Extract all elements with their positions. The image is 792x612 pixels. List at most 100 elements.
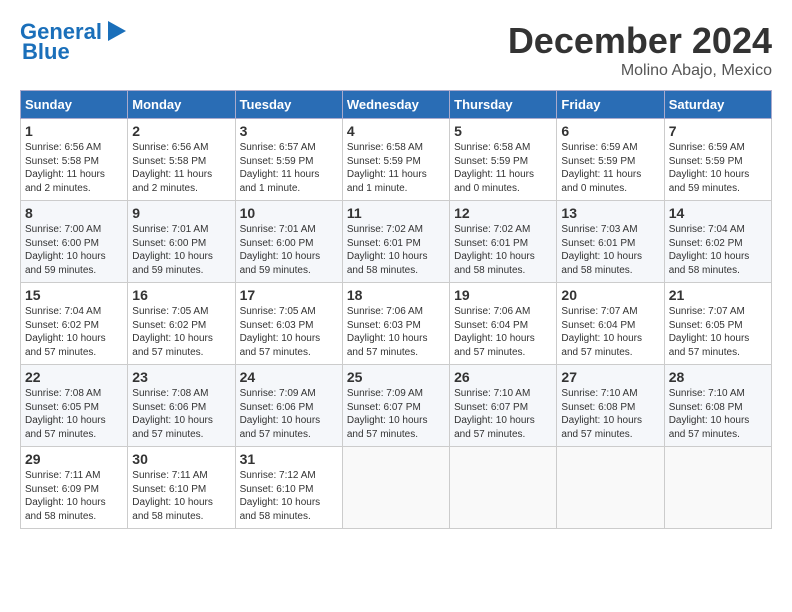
day-number: 16 [132,287,230,303]
calendar-cell: 18Sunrise: 7:06 AMSunset: 6:03 PMDayligh… [342,283,449,365]
day-info: Sunrise: 6:59 AMSunset: 5:59 PMDaylight:… [561,141,659,195]
calendar-cell: 4 Sunrise: 6:58 AMSunset: 5:59 PMDaylight… [342,119,449,201]
calendar-week-row: 15 Sunrise: 7:04 AMSunset: 6:02 PMDayligh… [21,283,772,365]
day-info: Sunrise: 7:02 AMSunset: 6:01 PMDaylight:… [347,223,445,277]
calendar-cell: 14Sunrise: 7:04 AMSunset: 6:02 PMDayligh… [664,201,771,283]
calendar-cell: 26 Sunrise: 7:10 AMSunset: 6:07 PMDayligh… [450,365,557,447]
day-number: 25 [347,369,445,385]
day-header-wednesday: Wednesday [342,91,449,119]
calendar-week-row: 22 Sunrise: 7:08 AMSunset: 6:05 PMDayligh… [21,365,772,447]
calendar-cell: 15 Sunrise: 7:04 AMSunset: 6:02 PMDayligh… [21,283,128,365]
calendar-cell: 6 Sunrise: 6:59 AMSunset: 5:59 PMDaylight… [557,119,664,201]
calendar-cell: 1 Sunrise: 6:56 AMSunset: 5:58 PMDaylight… [21,119,128,201]
calendar-table: SundayMondayTuesdayWednesdayThursdayFrid… [20,90,772,529]
day-info: Sunrise: 6:58 AMSunset: 5:59 PMDaylight:… [347,141,445,195]
calendar-cell [664,447,771,529]
day-info: Sunrise: 7:06 AMSunset: 6:03 PMDaylight:… [347,305,445,359]
day-info: Sunrise: 6:56 AMSunset: 5:58 PMDaylight:… [132,141,230,195]
day-info: Sunrise: 7:09 AMSunset: 6:07 PMDaylight:… [347,387,445,441]
day-number: 8 [25,205,123,221]
day-number: 27 [561,369,659,385]
day-number: 28 [669,369,767,385]
title-block: December 2024 Molino Abajo, Mexico [508,20,772,80]
calendar-cell: 8 Sunrise: 7:00 AMSunset: 6:00 PMDaylight… [21,201,128,283]
day-number: 17 [240,287,338,303]
month-title: December 2024 [508,20,772,62]
day-number: 15 [25,287,123,303]
day-info: Sunrise: 7:04 AMSunset: 6:02 PMDaylight:… [25,305,123,359]
day-info: Sunrise: 7:05 AMSunset: 6:02 PMDaylight:… [132,305,230,359]
day-number: 29 [25,451,123,467]
calendar-cell: 16 Sunrise: 7:05 AMSunset: 6:02 PMDayligh… [128,283,235,365]
day-number: 5 [454,123,552,139]
day-info: Sunrise: 7:07 AMSunset: 6:04 PMDaylight:… [561,305,659,359]
day-info: Sunrise: 7:08 AMSunset: 6:06 PMDaylight:… [132,387,230,441]
calendar-cell [342,447,449,529]
day-header-tuesday: Tuesday [235,91,342,119]
day-info: Sunrise: 7:01 AMSunset: 6:00 PMDaylight:… [132,223,230,277]
day-info: Sunrise: 7:11 AMSunset: 6:09 PMDaylight:… [25,469,123,523]
day-number: 7 [669,123,767,139]
calendar-cell [450,447,557,529]
calendar-cell: 21Sunrise: 7:07 AMSunset: 6:05 PMDayligh… [664,283,771,365]
day-number: 6 [561,123,659,139]
day-header-monday: Monday [128,91,235,119]
calendar-cell: 23 Sunrise: 7:08 AMSunset: 6:06 PMDayligh… [128,365,235,447]
day-header-friday: Friday [557,91,664,119]
logo: General Blue [20,20,126,64]
calendar-cell: 24Sunrise: 7:09 AMSunset: 6:06 PMDayligh… [235,365,342,447]
day-number: 13 [561,205,659,221]
page-header: General Blue December 2024 Molino Abajo,… [20,20,772,80]
calendar-cell: 30Sunrise: 7:11 AMSunset: 6:10 PMDayligh… [128,447,235,529]
day-number: 31 [240,451,338,467]
day-number: 11 [347,205,445,221]
day-info: Sunrise: 7:08 AMSunset: 6:05 PMDaylight:… [25,387,123,441]
day-info: Sunrise: 7:00 AMSunset: 6:00 PMDaylight:… [25,223,123,277]
day-info: Sunrise: 7:06 AMSunset: 6:04 PMDaylight:… [454,305,552,359]
day-info: Sunrise: 6:58 AMSunset: 5:59 PMDaylight:… [454,141,552,195]
calendar-cell: 19 Sunrise: 7:06 AMSunset: 6:04 PMDayligh… [450,283,557,365]
day-number: 4 [347,123,445,139]
day-header-sunday: Sunday [21,91,128,119]
calendar-cell: 2 Sunrise: 6:56 AMSunset: 5:58 PMDaylight… [128,119,235,201]
day-number: 9 [132,205,230,221]
calendar-cell: 17Sunrise: 7:05 AMSunset: 6:03 PMDayligh… [235,283,342,365]
logo-blue-text: Blue [22,39,70,64]
calendar-cell: 28 Sunrise: 7:10 AMSunset: 6:08 PMDayligh… [664,365,771,447]
day-info: Sunrise: 7:04 AMSunset: 6:02 PMDaylight:… [669,223,767,277]
day-info: Sunrise: 6:56 AMSunset: 5:58 PMDaylight:… [25,141,123,195]
logo-arrow-icon [104,21,126,41]
calendar-cell: 22 Sunrise: 7:08 AMSunset: 6:05 PMDayligh… [21,365,128,447]
calendar-cell [557,447,664,529]
day-number: 2 [132,123,230,139]
day-info: Sunrise: 6:59 AMSunset: 5:59 PMDaylight:… [669,141,767,195]
calendar-week-row: 1 Sunrise: 6:56 AMSunset: 5:58 PMDaylight… [21,119,772,201]
day-info: Sunrise: 7:09 AMSunset: 6:06 PMDaylight:… [240,387,338,441]
day-info: Sunrise: 7:10 AMSunset: 6:07 PMDaylight:… [454,387,552,441]
day-number: 19 [454,287,552,303]
day-number: 21 [669,287,767,303]
calendar-cell: 10Sunrise: 7:01 AMSunset: 6:00 PMDayligh… [235,201,342,283]
day-header-saturday: Saturday [664,91,771,119]
calendar-cell: 3Sunrise: 6:57 AMSunset: 5:59 PMDaylight… [235,119,342,201]
calendar-week-row: 8 Sunrise: 7:00 AMSunset: 6:00 PMDaylight… [21,201,772,283]
day-info: Sunrise: 7:02 AMSunset: 6:01 PMDaylight:… [454,223,552,277]
day-header-thursday: Thursday [450,91,557,119]
day-info: Sunrise: 7:12 AMSunset: 6:10 PMDaylight:… [240,469,338,523]
day-number: 20 [561,287,659,303]
day-number: 23 [132,369,230,385]
day-info: Sunrise: 7:10 AMSunset: 6:08 PMDaylight:… [561,387,659,441]
day-number: 1 [25,123,123,139]
day-info: Sunrise: 7:11 AMSunset: 6:10 PMDaylight:… [132,469,230,523]
calendar-cell: 25 Sunrise: 7:09 AMSunset: 6:07 PMDayligh… [342,365,449,447]
day-info: Sunrise: 7:10 AMSunset: 6:08 PMDaylight:… [669,387,767,441]
calendar-cell: 31 Sunrise: 7:12 AMSunset: 6:10 PMDayligh… [235,447,342,529]
calendar-cell: 27 Sunrise: 7:10 AMSunset: 6:08 PMDayligh… [557,365,664,447]
day-number: 26 [454,369,552,385]
day-info: Sunrise: 7:01 AMSunset: 6:00 PMDaylight:… [240,223,338,277]
calendar-cell: 9 Sunrise: 7:01 AMSunset: 6:00 PMDaylight… [128,201,235,283]
day-number: 3 [240,123,338,139]
day-number: 22 [25,369,123,385]
calendar-header-row: SundayMondayTuesdayWednesdayThursdayFrid… [21,91,772,119]
calendar-body: 1 Sunrise: 6:56 AMSunset: 5:58 PMDaylight… [21,119,772,529]
